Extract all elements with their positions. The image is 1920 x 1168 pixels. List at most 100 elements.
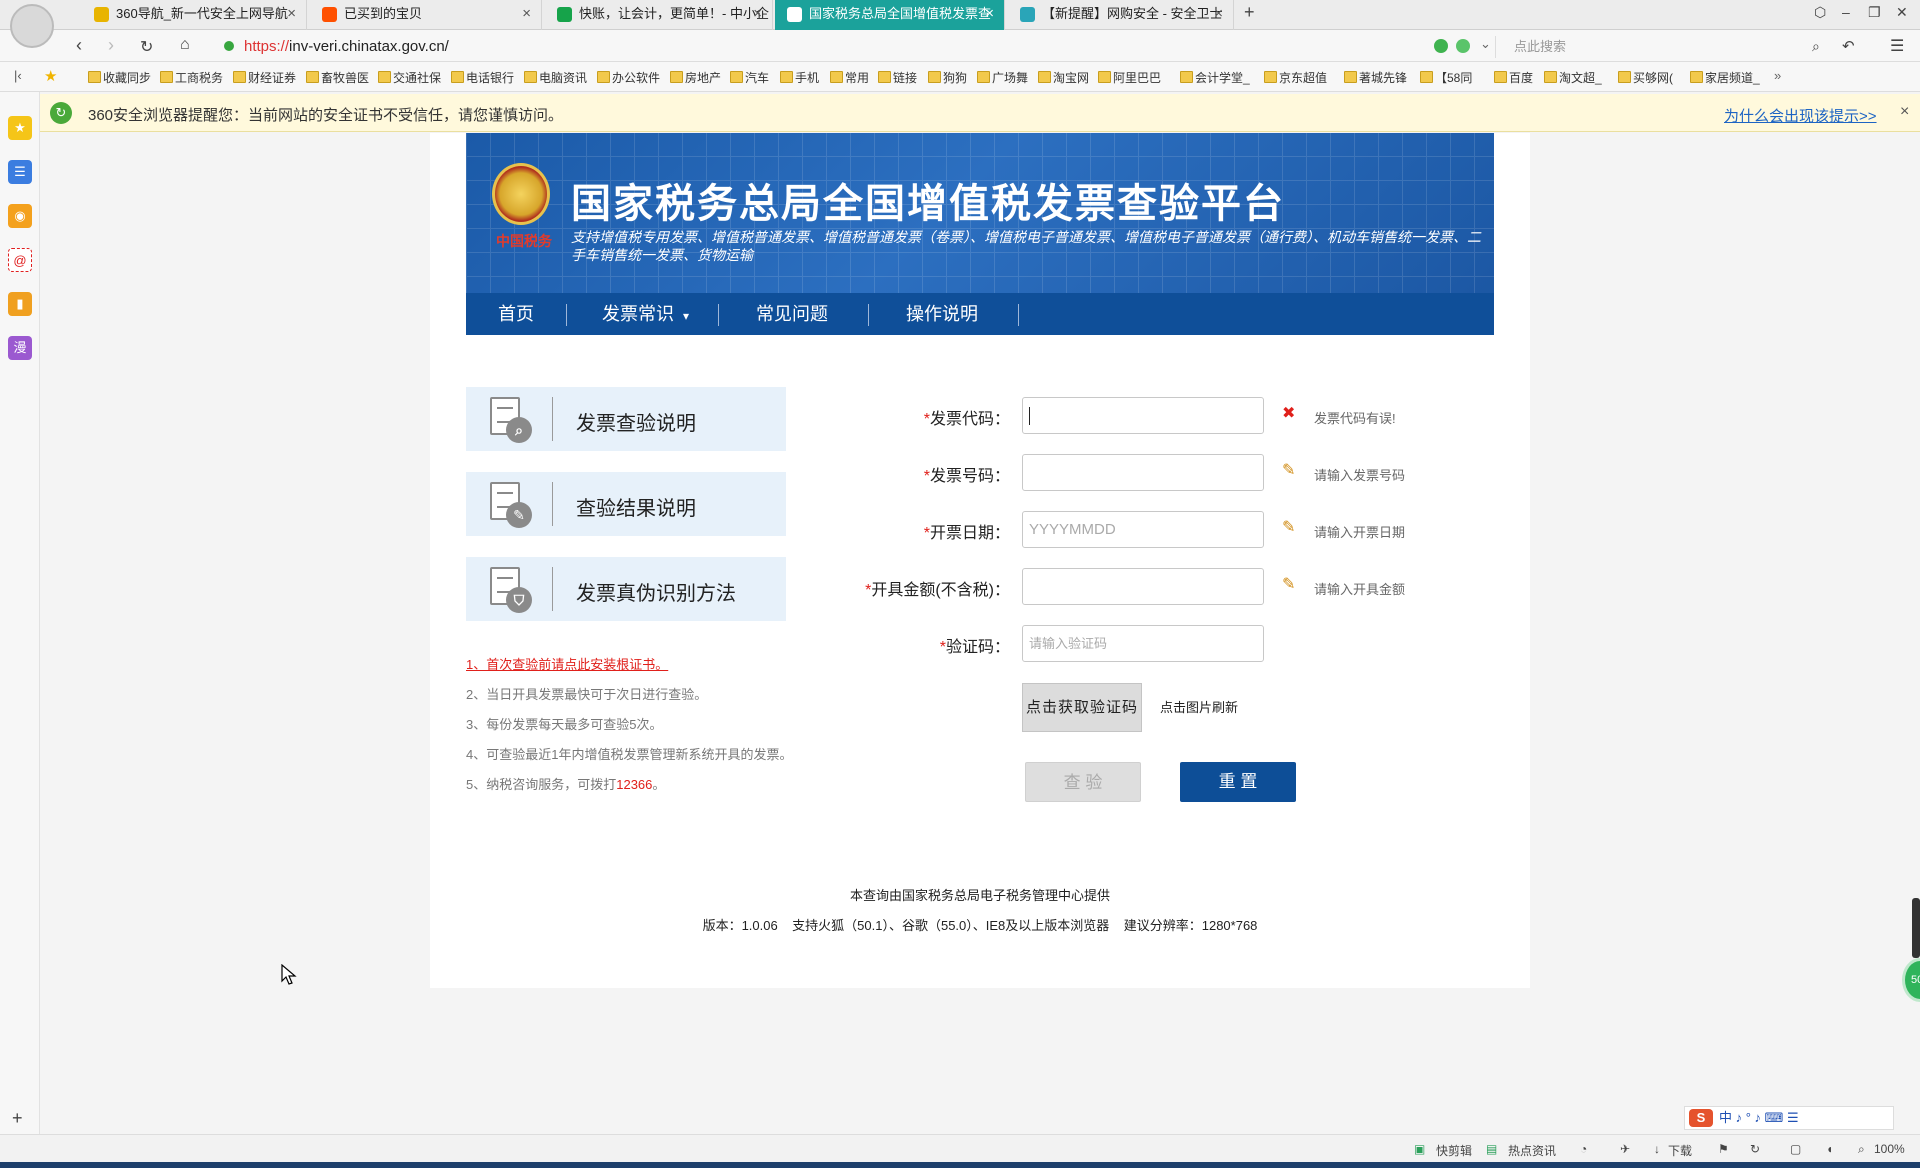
ime-toolbar[interactable]: S 中 ♪ ° ♪ ⌨ ☰ xyxy=(1684,1106,1894,1130)
bookmark-item[interactable]: 京东超值 xyxy=(1264,69,1327,86)
menu-instructions[interactable]: 操作说明 xyxy=(906,293,978,335)
comic-icon[interactable]: 漫 xyxy=(8,336,32,360)
chevron-down-icon[interactable]: ⌄ xyxy=(1480,36,1491,52)
bookmark-item[interactable]: 著城先锋 xyxy=(1344,69,1407,86)
bookmark-item[interactable]: 常用 xyxy=(830,69,869,86)
bookmark-item[interactable]: 财经证券 xyxy=(233,69,296,86)
status-download[interactable]: 下载 xyxy=(1668,1142,1692,1159)
url-field[interactable]: https://inv-veri.chinatax.gov.cn/ xyxy=(232,36,1452,58)
tab-kuaizhang[interactable]: 快账，让会计，更简单！- 中小企 × xyxy=(545,0,773,30)
bookmark-item[interactable]: 买够网( xyxy=(1618,69,1673,86)
issue-date-input[interactable]: YYYYMMDD xyxy=(1022,511,1264,548)
bookmark-item[interactable]: 交通社保 xyxy=(378,69,441,86)
bookmark-item[interactable]: 淘宝网 xyxy=(1038,69,1089,86)
amount-input[interactable] xyxy=(1022,568,1264,605)
close-icon[interactable]: × xyxy=(1214,0,1223,28)
back-icon[interactable]: ‹ xyxy=(76,35,82,56)
bookmark-item[interactable]: 收藏同步 xyxy=(88,69,151,86)
flag-icon[interactable]: ⚑ xyxy=(1718,1142,1729,1156)
close-icon[interactable]: × xyxy=(1900,103,1909,121)
refresh-icon[interactable]: ↻ xyxy=(140,37,153,57)
invoice-code-input[interactable] xyxy=(1022,397,1264,434)
more-bookmarks-icon[interactable]: » xyxy=(1774,68,1781,83)
notebook-icon[interactable]: ▮ xyxy=(8,292,32,316)
bookmark-item[interactable]: 房地产 xyxy=(670,69,721,86)
minimize-icon[interactable]: – xyxy=(1842,4,1850,20)
bookmark-item[interactable]: 狗狗 xyxy=(928,69,967,86)
bookmark-item[interactable]: 【58同 xyxy=(1420,69,1472,86)
invoice-number-input[interactable] xyxy=(1022,454,1264,491)
bookmark-item[interactable]: 手机 xyxy=(780,69,819,86)
zoom-level[interactable]: 100% xyxy=(1874,1142,1905,1156)
install-cert-link[interactable]: 1、首次查验前请点此安装根证书。 xyxy=(466,654,668,673)
news-status-icon[interactable]: ▤ xyxy=(1486,1142,1497,1156)
compat-mode-icon[interactable] xyxy=(1434,39,1448,53)
favorites-icon[interactable]: ★ xyxy=(8,116,32,140)
close-window-icon[interactable]: ✕ xyxy=(1896,4,1908,21)
tab-purchased[interactable]: 已买到的宝贝 × xyxy=(310,0,542,30)
mail-icon[interactable]: @ xyxy=(8,248,32,272)
menu-home[interactable]: 首页 xyxy=(498,293,534,335)
speed-icon[interactable]: ◔ xyxy=(1580,1142,1587,1156)
bookmark-item[interactable]: 汽车 xyxy=(730,69,769,86)
tab-chinatax[interactable]: 国家税务总局全国增值税发票查 × xyxy=(775,0,1005,30)
menu-icon[interactable]: ☰ xyxy=(1890,36,1904,56)
close-icon[interactable]: × xyxy=(522,0,531,28)
bookmark-item[interactable]: 会计学堂_ xyxy=(1180,69,1250,86)
new-tab-icon[interactable]: + xyxy=(1244,2,1255,23)
info-box-authenticity[interactable]: ⛉ 发票真伪识别方法 xyxy=(466,557,786,621)
captcha-image[interactable]: 点击获取验证码 xyxy=(1022,683,1142,732)
info-box-result-instructions[interactable]: ✎ 查验结果说明 xyxy=(466,472,786,536)
close-icon[interactable]: × xyxy=(985,0,994,28)
bookmark-item[interactable]: 广场舞 xyxy=(977,69,1028,86)
warning-link[interactable]: 为什么会出现该提示>> xyxy=(1724,105,1877,126)
search-icon[interactable]: ⌕ xyxy=(1812,38,1820,55)
window-icon[interactable]: ▢ xyxy=(1790,1142,1801,1156)
status-news[interactable]: 热点资讯 xyxy=(1508,1142,1556,1159)
info-box-check-instructions[interactable]: ⌕ 发票查验说明 xyxy=(466,387,786,451)
bookmark-item[interactable]: 畜牧兽医 xyxy=(306,69,369,86)
sidebar-toggle-icon[interactable]: |‹ xyxy=(14,68,22,83)
zoom-icon[interactable]: ⌕ xyxy=(1858,1142,1865,1157)
ie-mode-icon[interactable] xyxy=(1456,39,1470,53)
menu-invoice-knowledge[interactable]: 发票常识 ▾ xyxy=(602,293,689,335)
reset-button[interactable]: 重 置 xyxy=(1180,762,1296,802)
search-input[interactable]: 点此搜索 xyxy=(1495,36,1815,58)
url-scheme: https:// xyxy=(244,38,290,55)
close-icon[interactable]: × xyxy=(287,0,296,28)
home-icon[interactable]: ⌂ xyxy=(180,36,190,54)
tab-security[interactable]: 【新提醒】网购安全 - 安全卫士 × xyxy=(1008,0,1234,30)
volume-icon[interactable]: ◖ xyxy=(1826,1142,1833,1156)
query-button[interactable]: 查 验 xyxy=(1025,762,1141,802)
clip-icon[interactable]: ▣ xyxy=(1414,1142,1425,1156)
bookmark-item[interactable]: 工商税务 xyxy=(160,69,223,86)
bookmark-item[interactable]: 电话银行 xyxy=(451,69,514,86)
error-icon: ✖ xyxy=(1282,405,1296,422)
status-clip[interactable]: 快剪辑 xyxy=(1436,1142,1472,1159)
menu-faq[interactable]: 常见问题 xyxy=(756,293,828,335)
bookmark-item[interactable]: 淘文超_ xyxy=(1544,69,1602,86)
refresh-small-icon[interactable]: ↻ xyxy=(1750,1142,1760,1156)
bookmark-item[interactable]: 百度 xyxy=(1494,69,1533,86)
bookmark-item[interactable]: 电脑资讯 xyxy=(524,69,587,86)
favorites-star-icon[interactable]: ★ xyxy=(44,67,57,85)
browser-logo[interactable] xyxy=(10,4,54,48)
weibo-icon[interactable]: ◉ xyxy=(8,204,32,228)
download-icon[interactable]: ↓ xyxy=(1654,1142,1660,1156)
close-icon[interactable]: × xyxy=(753,0,762,28)
undo-icon[interactable]: ↶ xyxy=(1842,37,1855,55)
bookmark-item[interactable]: 阿里巴巴 xyxy=(1098,69,1161,86)
bookmark-item[interactable]: 家居频道_ xyxy=(1690,69,1760,86)
skin-icon[interactable]: ⬡ xyxy=(1814,4,1826,21)
bookmark-item[interactable]: 办公软件 xyxy=(597,69,660,86)
captcha-input[interactable]: 请输入验证码 xyxy=(1022,625,1264,662)
tab-360-nav[interactable]: 360导航_新一代安全上网导航 × xyxy=(82,0,307,30)
bookmark-item[interactable]: 链接 xyxy=(878,69,917,86)
news-icon[interactable]: ☰ xyxy=(8,160,32,184)
add-icon[interactable]: + xyxy=(12,1108,23,1129)
floating-badge[interactable]: 50 xyxy=(1902,958,1920,1002)
pin-icon[interactable]: ✈ xyxy=(1620,1142,1630,1156)
scrollbar-thumb[interactable] xyxy=(1912,898,1920,958)
maximize-icon[interactable]: ❐ xyxy=(1868,4,1881,21)
forward-icon[interactable]: › xyxy=(108,35,114,56)
